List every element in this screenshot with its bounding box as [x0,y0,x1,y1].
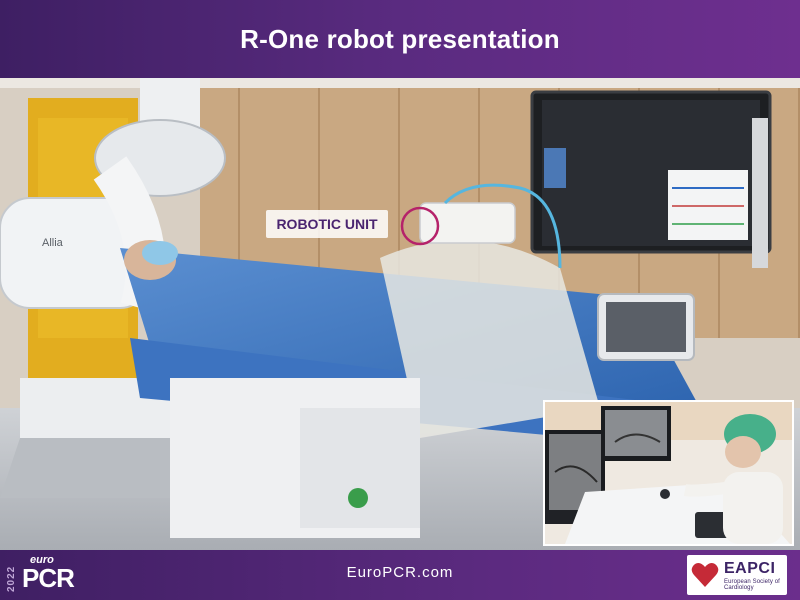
footer-url[interactable]: EuroPCR.com [0,564,800,581]
operator-console-photo [545,402,792,544]
eapci-logo-subtitle: European Society of Cardiology [724,579,780,591]
slide-title: R-One robot presentation [240,23,560,54]
title-bar: R-One robot presentation [0,0,800,78]
robotic-unit-label: ROBOTIC UNIT [266,210,388,238]
operator-inset-photo [543,400,794,546]
allia-wordmark: Allia [42,237,64,249]
eapci-heart-icon [691,563,719,587]
eapci-logo-title: EAPCI [724,560,776,577]
